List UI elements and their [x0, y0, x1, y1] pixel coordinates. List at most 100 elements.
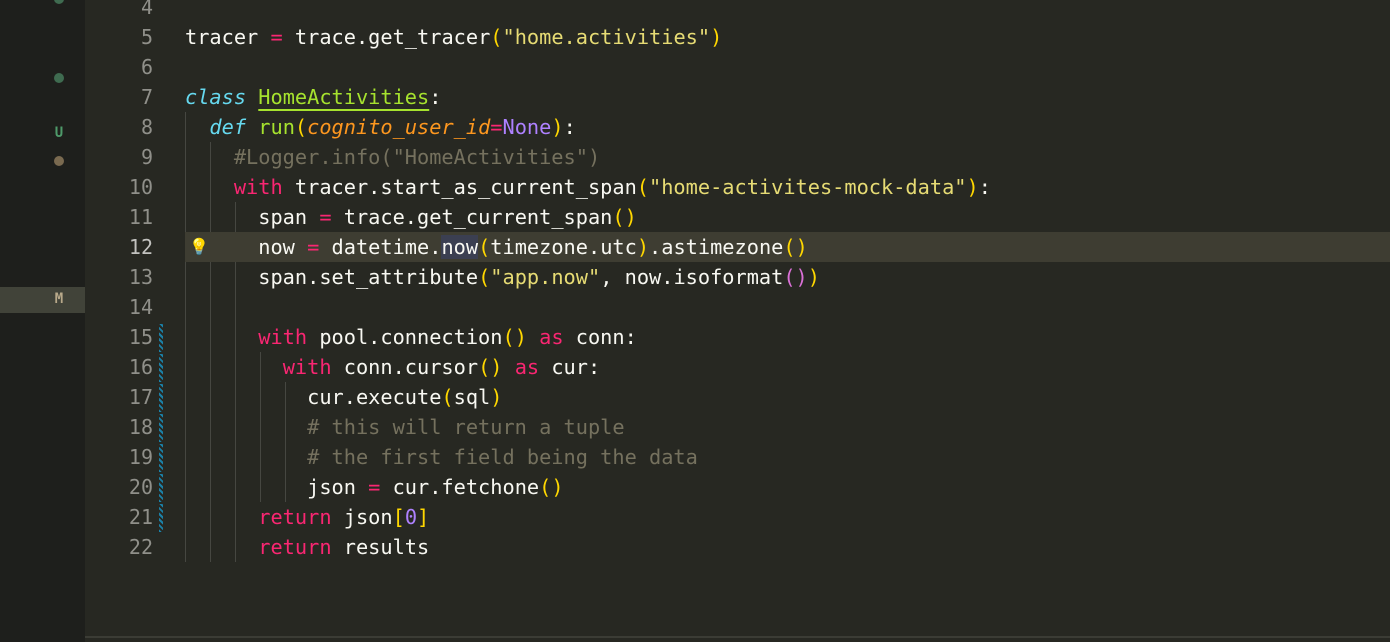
- code-token: class: [185, 85, 247, 109]
- code-line[interactable]: return json[0]: [185, 502, 429, 532]
- code-token: trace.get_tracer: [282, 25, 491, 49]
- line-number: 9: [140, 145, 153, 169]
- code-token: "app.now": [490, 265, 601, 289]
- code-token: ): [551, 115, 564, 139]
- code-token: # this will return a tuple: [185, 415, 625, 439]
- code-token: timezone.utc: [490, 235, 637, 259]
- code-token: span: [185, 205, 320, 229]
- code-token: conn:: [563, 325, 637, 349]
- code-line[interactable]: tracer = trace.get_tracer("home.activiti…: [185, 22, 722, 52]
- code-token: cur.fetchone: [380, 475, 540, 499]
- code-token: (): [539, 475, 564, 499]
- diff-added-marker[interactable]: [159, 384, 163, 412]
- code-line[interactable]: class HomeActivities:: [185, 82, 441, 112]
- code-token: #Logger.info("HomeActivities"): [185, 145, 601, 169]
- code-line[interactable]: now = datetime.now(timezone.utc).astimez…: [185, 232, 808, 262]
- line-number: 10: [128, 175, 153, 199]
- code-line[interactable]: return results: [185, 532, 429, 562]
- panel-divider: [85, 636, 1390, 638]
- code-token: now: [441, 235, 479, 259]
- code-line[interactable]: with pool.connection() as conn:: [185, 322, 637, 352]
- diff-added-marker[interactable]: [159, 474, 163, 502]
- code-token: datetime.: [319, 235, 442, 259]
- code-token: =: [270, 25, 283, 49]
- diff-added-marker[interactable]: [159, 354, 163, 382]
- code-token: now: [185, 235, 308, 259]
- line-number: 15: [128, 325, 153, 349]
- code-token: =: [319, 205, 332, 229]
- code-line[interactable]: span.set_attribute("app.now", now.isofor…: [185, 262, 820, 292]
- code-token: :: [563, 115, 576, 139]
- line-number: 8: [140, 115, 153, 139]
- code-token: ): [710, 25, 723, 49]
- code-line[interactable]: json = cur.fetchone(): [185, 472, 564, 502]
- code-line[interactable]: with tracer.start_as_current_span("home-…: [185, 172, 991, 202]
- code-token: run: [258, 115, 295, 139]
- code-token: =: [368, 475, 381, 499]
- diff-added-marker[interactable]: [159, 504, 163, 532]
- line-number: 13: [128, 265, 153, 289]
- line-number: 19: [128, 445, 153, 469]
- code-line[interactable]: with conn.cursor() as cur:: [185, 352, 601, 382]
- code-token: results: [331, 535, 430, 559]
- line-number: 16: [128, 355, 153, 379]
- code-token: (): [783, 235, 808, 259]
- code-token: return: [258, 535, 332, 559]
- code-token: conn.cursor: [331, 355, 479, 379]
- diff-added-marker[interactable]: [159, 444, 163, 472]
- code-token: "home.activities": [502, 25, 711, 49]
- code-token: ): [636, 235, 650, 259]
- code-editor[interactable]: 4 5 tracer = trace.get_tracer("home.activi…: [85, 0, 1390, 636]
- code-line[interactable]: # this will return a tuple: [185, 412, 625, 442]
- code-token: (): [612, 205, 637, 229]
- code-token: (: [478, 265, 491, 289]
- code-token: sql: [453, 385, 491, 409]
- line-number: 4: [140, 0, 153, 19]
- code-token: (): [783, 265, 808, 289]
- line-number: 11: [128, 205, 153, 229]
- line-number: 5: [140, 25, 153, 49]
- code-token: ]: [417, 505, 430, 529]
- line-number: 17: [128, 385, 153, 409]
- modified-dot-icon: [54, 156, 64, 166]
- code-line[interactable]: # the first field being the data: [185, 442, 698, 472]
- code-token: (): [478, 355, 503, 379]
- code-token: HomeActivities: [258, 85, 430, 109]
- code-line[interactable]: def run(cognito_user_id=None):: [185, 112, 576, 142]
- code-token: json: [331, 505, 393, 529]
- code-token: # the first field being the data: [185, 445, 698, 469]
- code-line[interactable]: cur.execute(sql): [185, 382, 503, 412]
- diff-added-marker[interactable]: [159, 324, 163, 352]
- code-token: :: [978, 175, 991, 199]
- code-line[interactable]: #Logger.info("HomeActivities"): [185, 142, 600, 172]
- code-token: with: [233, 175, 283, 199]
- code-token: with: [258, 325, 308, 349]
- code-token: trace.get_current_span: [331, 205, 613, 229]
- code-token: (: [478, 235, 491, 259]
- code-token: None: [502, 115, 552, 139]
- line-number: 22: [128, 535, 153, 559]
- line-number: 6: [140, 55, 153, 79]
- code-token: (: [441, 385, 454, 409]
- code-token: as: [514, 355, 540, 379]
- code-token: "home-activites-mock-data": [649, 175, 967, 199]
- status-dot-icon: [54, 0, 64, 4]
- line-number: 20: [128, 475, 153, 499]
- line-number: 14: [128, 295, 153, 319]
- code-token: :: [429, 85, 442, 109]
- code-token: cur:: [539, 355, 601, 379]
- code-token: json: [185, 475, 369, 499]
- code-token: cognito_user_id: [307, 115, 491, 139]
- scm-decoration-gutter: U M: [0, 0, 85, 642]
- code-token: (: [490, 25, 503, 49]
- code-line[interactable]: span = trace.get_current_span(): [185, 202, 637, 232]
- code-token: ): [490, 385, 503, 409]
- diff-added-marker[interactable]: [159, 414, 163, 442]
